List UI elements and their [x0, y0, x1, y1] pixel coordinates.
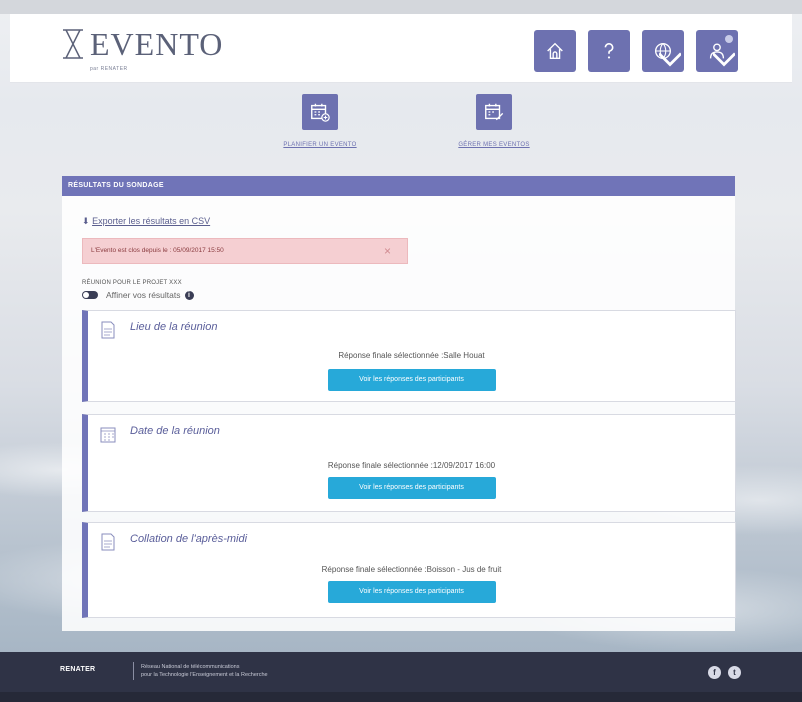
footer-line-2: pour la Technologie l'Enseignement et la… [141, 672, 268, 678]
question-title: Lieu de la réunion [130, 321, 218, 333]
refine-results-toggle[interactable] [82, 291, 98, 299]
help-button[interactable] [588, 30, 630, 72]
final-answer: Réponse finale sélectionnée :Salle Houat [338, 351, 485, 360]
question-card: Date de la réunion Réponse finale sélect… [82, 414, 736, 512]
footer-line-1: Réseau National de télécommunications [141, 664, 240, 670]
brand-subtitle: par RENATER [90, 66, 128, 72]
close-icon[interactable]: × [384, 239, 391, 263]
renater-logo[interactable]: RENATER [60, 666, 95, 673]
panel-title: RÉSULTATS DU SONDAGE [62, 176, 735, 196]
brand-logo[interactable]: EVENTO par RENATER [60, 26, 224, 72]
top-strip [0, 0, 802, 14]
survey-results-panel: RÉSULTATS DU SONDAGE ⬇ Exporter les résu… [62, 176, 736, 631]
question-icon [604, 42, 614, 59]
footer-divider [133, 662, 134, 680]
document-icon [101, 533, 115, 551]
calendar-edit-icon [476, 94, 512, 130]
notification-badge [725, 35, 733, 43]
home-icon [547, 42, 563, 60]
closed-alert: L'Evento est clos depuis le : 05/09/2017… [82, 238, 408, 264]
manage-eventos-link[interactable]: GÉRER MES EVENTOS [424, 142, 564, 148]
view-responses-button[interactable]: Voir les réponses des participants [327, 581, 496, 603]
view-responses-button[interactable]: Voir les réponses des participants [327, 369, 496, 391]
question-title: Date de la réunion [130, 425, 220, 437]
manage-eventos-action[interactable]: GÉRER MES EVENTOS [424, 94, 564, 148]
home-button[interactable] [534, 30, 576, 72]
export-csv-label: Exporter les résultats en CSV [92, 216, 211, 226]
main-actions: PLANIFIER UN EVENTO GÉRER MES EVENTOS [0, 94, 802, 164]
view-responses-button[interactable]: Voir les réponses des participants [327, 477, 496, 499]
download-icon: ⬇ [82, 216, 90, 226]
info-icon[interactable]: i [184, 290, 194, 300]
twitter-icon[interactable]: t [728, 666, 741, 679]
final-answer: Réponse finale sélectionnée :12/09/2017 … [327, 461, 496, 470]
footer-description: Réseau National de télécommunications po… [141, 663, 341, 679]
calendar-icon [100, 427, 116, 443]
brand-name: EVENTO [90, 26, 224, 62]
question-card: Collation de l'après-midi Réponse finale… [82, 522, 736, 618]
user-button[interactable] [696, 30, 738, 72]
meeting-title: RÉUNION POUR LE PROJET XXX [82, 280, 182, 286]
final-answer: Réponse finale sélectionnée :Boisson - J… [321, 565, 502, 574]
document-icon [101, 321, 115, 339]
plan-evento-action[interactable]: PLANIFIER UN EVENTO [250, 94, 390, 148]
closed-alert-text: L'Evento est clos depuis le : 05/09/2017… [91, 247, 224, 254]
export-csv-link[interactable]: ⬇ Exporter les résultats en CSV [82, 216, 210, 227]
refine-results-label: Affiner vos résultats [106, 290, 181, 300]
language-button[interactable] [642, 30, 684, 72]
refine-results-row: Affiner vos résultats i [82, 290, 194, 300]
header: EVENTO par RENATER [10, 14, 792, 83]
footer: RENATER Réseau National de télécommunica… [0, 652, 802, 692]
plan-evento-link[interactable]: PLANIFIER UN EVENTO [250, 142, 390, 148]
bottom-bar [0, 692, 802, 702]
calendar-add-icon [302, 94, 338, 130]
facebook-icon[interactable]: f [708, 666, 721, 679]
question-title: Collation de l'après-midi [130, 533, 248, 545]
chevron-down-icon [659, 52, 681, 67]
hourglass-icon [63, 29, 83, 59]
chevron-down-icon [713, 52, 735, 67]
question-card: Lieu de la réunion Réponse finale sélect… [82, 310, 736, 402]
